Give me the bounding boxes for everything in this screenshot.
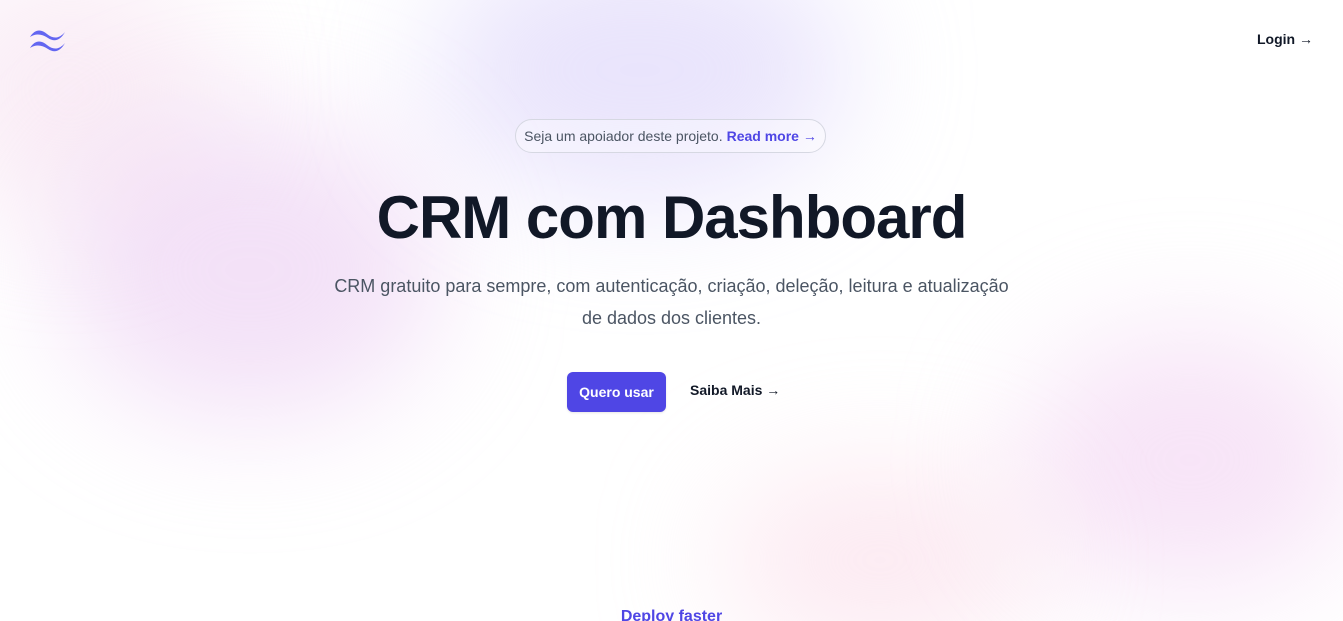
background-gradient <box>430 0 850 200</box>
announcement-text: Seja um apoiador deste projeto. <box>524 128 723 144</box>
hero-title: CRM com Dashboard <box>376 184 968 251</box>
announcement-pill: Seja um apoiador deste projeto. Read mor… <box>515 119 826 153</box>
hero-subtitle: CRM gratuito para sempre, com autenticaç… <box>334 276 1009 328</box>
landing-page: Login → Seja um apoiador deste projeto. … <box>0 0 1343 621</box>
read-more-link[interactable]: Read more → <box>727 128 817 144</box>
logo-link[interactable] <box>29 28 66 52</box>
background-gradient <box>1020 330 1343 590</box>
login-link[interactable]: Login → <box>1257 31 1313 47</box>
background-gradient <box>720 470 1040 621</box>
saiba-mais-link[interactable]: Saiba Mais → <box>690 382 780 398</box>
quero-usar-button[interactable]: Quero usar <box>567 372 666 412</box>
tailwind-wave-icon <box>30 30 65 52</box>
section-eyebrow: Deploy faster <box>620 608 723 621</box>
